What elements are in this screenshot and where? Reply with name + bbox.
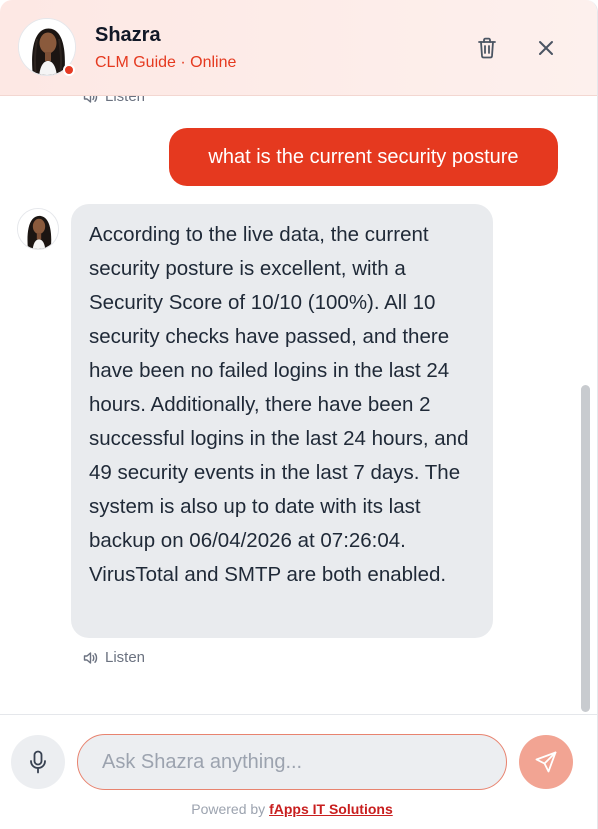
scrollbar-thumb[interactable]: [581, 385, 590, 712]
bot-message-bubble: According to the live data, the current …: [71, 204, 493, 638]
powered-by-link[interactable]: fApps IT Solutions: [269, 801, 393, 817]
send-icon: [535, 751, 557, 773]
chat-window: Shazra CLM Guide · Online Listen what is…: [0, 0, 598, 829]
trash-icon: [478, 37, 496, 59]
powered-by: Powered by fApps IT Solutions: [0, 801, 584, 817]
bot-message-text: According to the live data, the current …: [89, 223, 469, 586]
chat-header: Shazra CLM Guide · Online: [0, 0, 597, 96]
speaker-icon: [83, 651, 98, 664]
online-status-dot: [63, 64, 75, 76]
assistant-name: Shazra: [95, 24, 161, 46]
voice-input-button[interactable]: [11, 735, 65, 789]
message-input-wrapper: [77, 734, 507, 790]
close-icon: [539, 41, 553, 55]
user-message-bubble: what is the current security posture: [169, 128, 558, 186]
clear-chat-button[interactable]: [472, 33, 502, 63]
listen-button[interactable]: Listen: [83, 649, 145, 666]
close-chat-button[interactable]: [531, 33, 561, 63]
chat-composer: Powered by fApps IT Solutions: [0, 714, 597, 829]
user-message-text: what is the current security posture: [208, 145, 519, 168]
microphone-icon: [30, 750, 46, 774]
powered-by-prefix: Powered by: [191, 801, 270, 817]
listen-button[interactable]: Listen: [83, 96, 145, 105]
message-list[interactable]: Listen what is the current security post…: [0, 96, 597, 714]
bot-avatar: [17, 208, 59, 250]
message-input[interactable]: [78, 735, 506, 789]
speaker-icon: [83, 96, 98, 103]
listen-label: Listen: [105, 649, 146, 666]
send-button[interactable]: [519, 735, 573, 789]
assistant-subtitle: CLM Guide · Online: [95, 54, 237, 71]
listen-label: Listen: [105, 96, 146, 105]
